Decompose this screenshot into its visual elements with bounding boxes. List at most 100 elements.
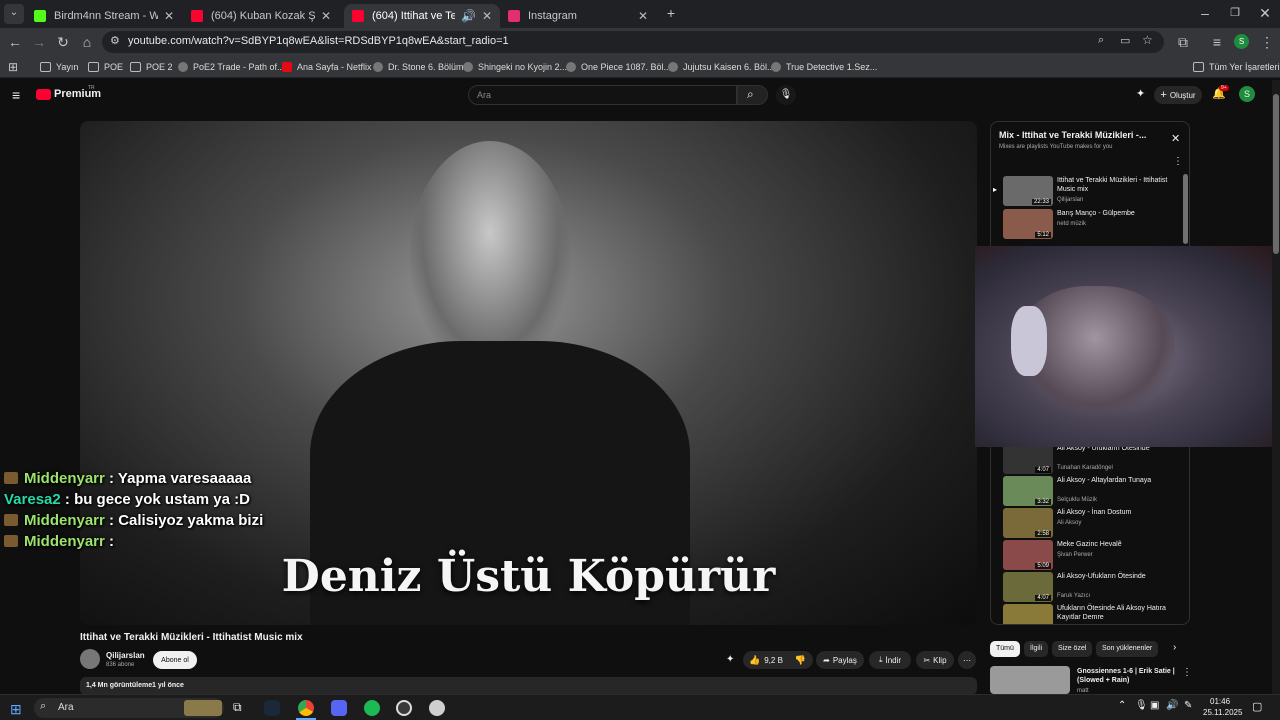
bookmark-item[interactable]: True Detective 1.Sez...: [771, 59, 877, 75]
video-player[interactable]: Deniz Üstü Köpürür: [80, 121, 977, 625]
site-info-icon[interactable]: ⚙: [110, 34, 120, 47]
chips-next-icon[interactable]: ›: [1173, 642, 1176, 653]
restore-icon[interactable]: ❐: [1226, 4, 1244, 22]
close-tab-icon[interactable]: ✕: [482, 9, 492, 23]
minimize-icon[interactable]: –: [1196, 4, 1214, 22]
playlist-item[interactable]: 4:07 Ali Aksoy - Ufukların Ötesinde Tunaha…: [1003, 444, 1179, 474]
subscribe-button[interactable]: Abone ol: [153, 651, 197, 669]
bookmark-item[interactable]: Dr. Stone 6. Bölüm: [373, 59, 464, 75]
page-scrollbar[interactable]: [1272, 80, 1280, 694]
notification-center-icon[interactable]: ▢: [1252, 700, 1262, 713]
playlist-item[interactable]: 5:12 Barış Manço - Gülpembe netd müzik: [1003, 209, 1179, 239]
browser-tab[interactable]: Instagram ✕: [500, 4, 656, 28]
clock-time[interactable]: 01:46: [1210, 697, 1230, 706]
tray-chevron-icon[interactable]: ⌃: [1118, 700, 1126, 711]
all-bookmarks[interactable]: Tüm Yer İşaretleri: [1193, 59, 1280, 75]
more-actions-icon[interactable]: ⋯: [958, 651, 976, 669]
bookmark-item[interactable]: Yayın: [40, 59, 78, 75]
microphone-tray-icon[interactable]: 🎙: [1135, 700, 1148, 711]
extension-icon[interactable]: ✦: [1136, 87, 1145, 100]
task-view-icon[interactable]: ⧉: [233, 700, 242, 715]
close-playlist-icon[interactable]: ✕: [1171, 132, 1180, 145]
bookmark-item[interactable]: Shingeki no Kyojin 2...: [463, 59, 567, 75]
bookmark-item[interactable]: POE: [88, 59, 123, 75]
pen-icon[interactable]: ✎: [1184, 700, 1192, 711]
playlist-more-icon[interactable]: ⋮: [1173, 156, 1183, 167]
profile-avatar[interactable]: S: [1234, 34, 1249, 49]
bookmark-item[interactable]: Ana Sayfa - Netflix: [282, 59, 372, 75]
description-box[interactable]: 1,4 Mn görüntüleme 1 yıl önce: [80, 677, 977, 695]
search-input[interactable]: Ara: [468, 85, 737, 105]
bookmark-item[interactable]: POE 2: [130, 59, 173, 75]
playlist-title[interactable]: Mix - Ittihat ve Terakki Müzikleri -...: [999, 130, 1146, 140]
bookmark-item[interactable]: PoE2 Trade - Path of...: [178, 59, 285, 75]
playlist-scrollbar[interactable]: [1183, 174, 1188, 244]
channel-name[interactable]: Qilijarslan: [106, 651, 145, 660]
filter-chip[interactable]: Size özel: [1052, 641, 1093, 657]
browser-tab[interactable]: (604) Ittihat ve Terakki Müzi 🔊 ✕: [344, 4, 500, 28]
playlist-item[interactable]: 22:33 Ittihat ve Terakki Müzikleri - Itti…: [993, 176, 1179, 206]
volume-icon[interactable]: 🔊: [1166, 700, 1178, 711]
close-tab-icon[interactable]: ✕: [164, 9, 174, 23]
reload-icon[interactable]: ↻: [54, 33, 72, 51]
new-tab-plus-icon[interactable]: +: [662, 4, 680, 22]
like-icon[interactable]: 👍: [749, 655, 760, 666]
microphone-icon[interactable]: 🎙: [776, 85, 796, 105]
playlist-item[interactable]: 5:09 Meke Gazinc Hevalê Şivan Perwer: [1003, 540, 1179, 570]
network-icon[interactable]: ▣: [1150, 700, 1159, 711]
reco-thumbnail[interactable]: [990, 666, 1070, 694]
extension-icon[interactable]: ✦: [726, 654, 734, 665]
hamburger-menu-icon[interactable]: ≡: [12, 87, 20, 103]
reco-title[interactable]: Gnossiennes 1-6 | Erik Satie | (Slowed +…: [1077, 667, 1177, 685]
share-button[interactable]: ➦ Paylaş: [816, 651, 864, 669]
apps-grid-icon[interactable]: ⊞: [4, 58, 22, 76]
account-avatar[interactable]: S: [1239, 86, 1255, 102]
channel-avatar[interactable]: [80, 649, 100, 669]
windows-start-icon[interactable]: ⊞: [10, 701, 22, 718]
filter-chip[interactable]: Son yüklenenler: [1096, 641, 1159, 657]
download-button[interactable]: ⤓ İndir: [869, 651, 911, 669]
bookmark-item[interactable]: One Piece 1087. Böl...: [566, 59, 671, 75]
playlist-item[interactable]: 4:07Ufukların Ötesinde Ali Aksoy Hatıra …: [1003, 604, 1179, 624]
search-button[interactable]: ⌕: [737, 85, 768, 105]
chrome-icon[interactable]: [298, 700, 314, 716]
home-icon[interactable]: ⌂: [78, 33, 96, 51]
playlist-item[interactable]: 2:58 Ali Aksoy - İnan Dostum Ali Aksoy: [1003, 508, 1179, 538]
reco-more-icon[interactable]: ⋮: [1182, 667, 1192, 678]
like-count[interactable]: 9,2 B: [764, 656, 783, 665]
create-button[interactable]: + Oluştur: [1154, 86, 1202, 104]
close-tab-icon[interactable]: ✕: [321, 9, 331, 23]
bookmark-star-icon[interactable]: ☆: [1142, 33, 1153, 47]
extensions-icon[interactable]: ⧉: [1174, 33, 1192, 51]
close-tab-icon[interactable]: ✕: [638, 9, 648, 23]
forward-arrow-icon[interactable]: →: [30, 33, 48, 51]
clip-button[interactable]: ✂ Klip: [916, 651, 954, 669]
filter-chip[interactable]: İlgili: [1024, 641, 1049, 657]
app-icon[interactable]: [429, 700, 445, 716]
filter-chip[interactable]: Tümü: [990, 641, 1020, 657]
browser-tab[interactable]: (604) Kuban Kozak Şarkısı - Kuba ✕: [183, 4, 339, 28]
tab-search-chevron-icon[interactable]: ⌄: [4, 4, 24, 24]
browser-tab[interactable]: Birdm4nn Stream - Watch Live o ✕: [26, 4, 182, 28]
spotify-icon[interactable]: [364, 700, 380, 716]
bookmark-item[interactable]: Jujutsu Kaisen 6. Böl...: [668, 59, 775, 75]
scrollbar-thumb[interactable]: [1273, 94, 1279, 254]
zoom-icon[interactable]: ⌕: [1098, 34, 1104, 47]
playlist-item[interactable]: 3:32 Ali Aksoy - Altaylardan Tunaya Selçuk…: [1003, 476, 1179, 506]
reading-list-icon[interactable]: ≡: [1208, 33, 1226, 51]
steam-icon[interactable]: [264, 700, 280, 716]
cast-icon[interactable]: ▭: [1120, 34, 1130, 47]
close-window-icon[interactable]: ✕: [1256, 4, 1274, 22]
back-arrow-icon[interactable]: ←: [6, 33, 24, 51]
obs-icon[interactable]: [396, 700, 412, 716]
youtube-logo-icon[interactable]: [36, 89, 51, 100]
taskbar-search-input[interactable]: ⌕ Ara: [34, 698, 224, 718]
now-playing-icon: ▸: [993, 185, 998, 194]
menu-dots-icon[interactable]: ⋮: [1258, 33, 1276, 51]
playlist-item[interactable]: 4:07 Ali Aksoy-Ufukların Ötesinde Faruk Ya…: [1003, 572, 1179, 602]
address-bar[interactable]: ⚙ youtube.com/watch?v=SdBYP1q8wEA&list=R…: [102, 31, 1164, 53]
audio-icon[interactable]: 🔊: [461, 9, 476, 23]
dislike-icon[interactable]: 👎: [795, 655, 806, 666]
discord-icon[interactable]: [331, 700, 347, 716]
clock-date[interactable]: 25.11.2025: [1203, 708, 1242, 717]
